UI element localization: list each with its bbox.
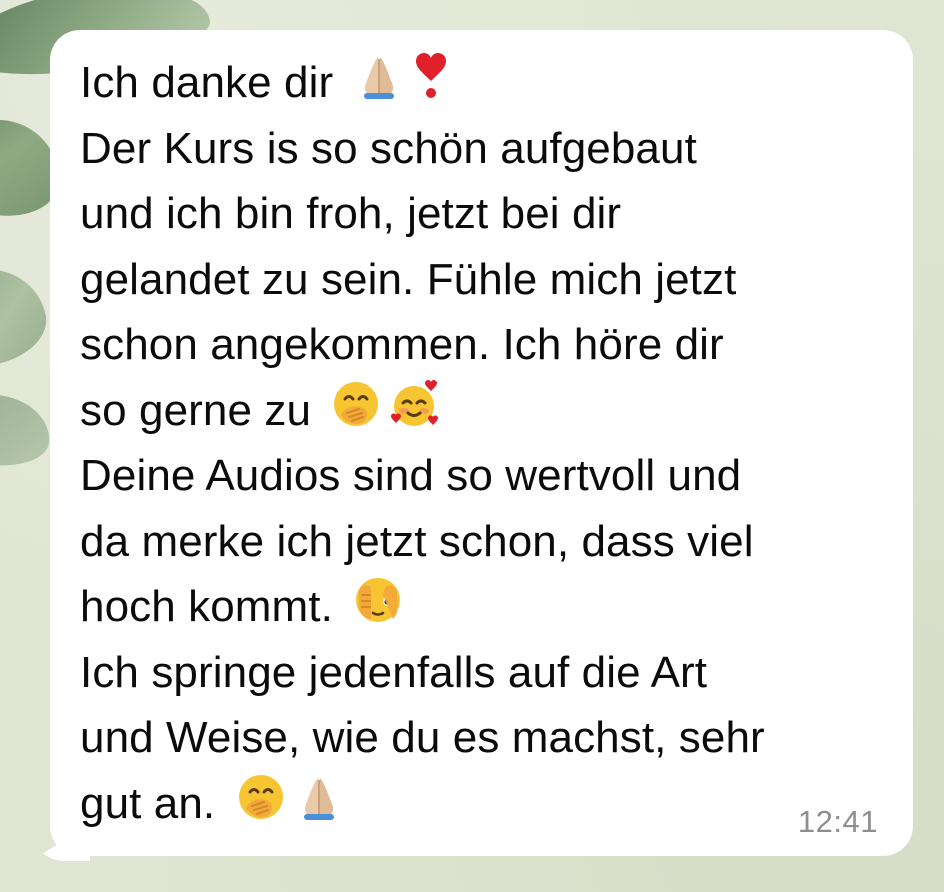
leaf-decoration [0,389,54,471]
message-timestamp: 12:41 [797,804,878,839]
message-line: schon angekommen. Ich höre dir [80,312,880,378]
message-text[interactable]: Ich danke dir Der Kurs is so schön aufge… [80,50,880,836]
message-line-text: Deine Audios sind so wertvoll und [80,451,742,500]
message-line: hoch kommt. [80,574,880,640]
folded-hands-icon [303,777,334,820]
face-with-hand-over-mouth-icon [334,381,379,426]
folded-hands-icon [363,57,394,99]
message-line-text: Ich springe jedenfalls auf die Art [80,647,708,697]
message-line: und Weise, wie du es machst, sehr [80,705,880,771]
message-line-text: gelandet zu sein. Fühle mich jetzt [80,254,737,304]
message-line-text: und Weise, wie du es machst, sehr [80,713,765,762]
message-line-text: Ich danke dir [80,58,334,107]
message-line: und ich bin froh, jetzt bei dir [80,181,880,247]
message-line-text: so gerne zu [80,385,312,435]
message-line-text: gut an. [80,778,216,828]
heart-exclamation-icon [415,53,446,98]
message-line: Ich danke dir [80,50,880,116]
face-with-peeking-eye-icon [356,578,401,622]
message-line: gut an. [80,771,880,837]
message-line: so gerne zu [80,378,880,444]
smiling-face-with-hearts-icon [391,379,439,426]
message-line: gelandet zu sein. Fühle mich jetzt [80,247,880,313]
message-line: da merke ich jetzt schon, dass viel [80,509,880,575]
message-line-text: Der Kurs is so schön aufgebaut [80,123,697,173]
message-line-text: da merke ich jetzt schon, dass viel [80,516,754,566]
message-line: Ich springe jedenfalls auf die Art [80,640,880,706]
message-line-text: und ich bin froh, jetzt bei dir [80,189,622,238]
message-line-text: hoch kommt. [80,582,333,631]
message-line: Deine Audios sind so wertvoll und [80,443,880,509]
message-line: Der Kurs is so schön aufgebaut [80,116,880,182]
message-line-text: schon angekommen. Ich höre dir [80,320,724,369]
face-with-hand-over-mouth-icon [238,774,283,819]
leaf-decoration [0,259,54,376]
